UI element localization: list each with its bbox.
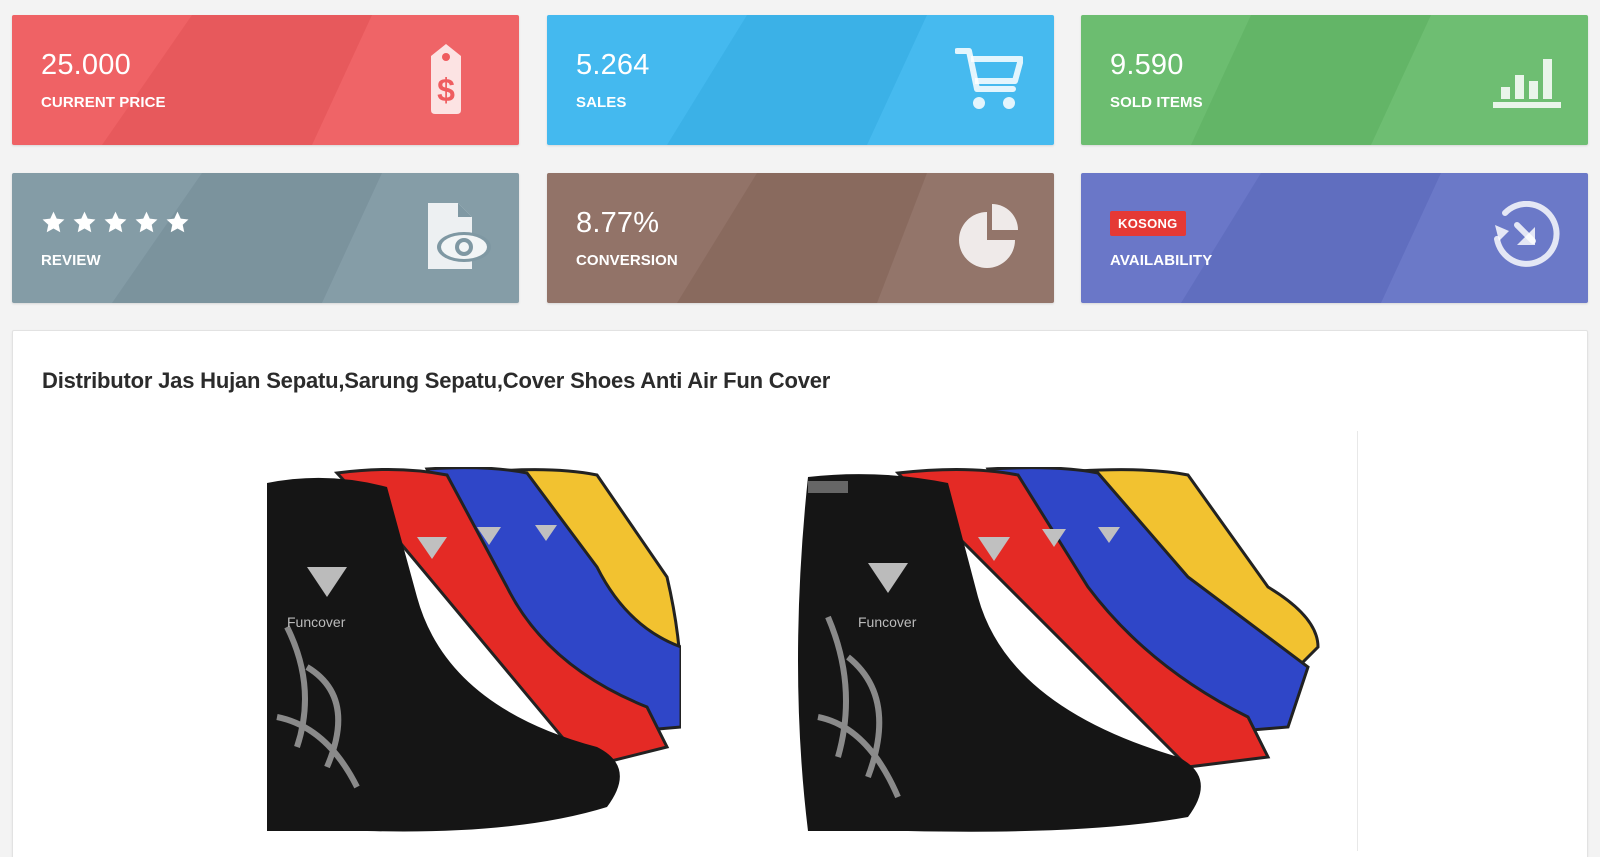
availability-label: AVAILABILITY — [1110, 252, 1213, 269]
star-icon — [73, 211, 96, 233]
review-stars — [41, 210, 190, 235]
history-arrow-icon — [1494, 201, 1560, 267]
stat-card-review: REVIEW — [12, 173, 519, 303]
product-image-gallery: Funcover Funcover — [42, 431, 1358, 851]
bar-chart-icon — [1493, 59, 1561, 108]
product-title: Distributor Jas Hujan Sepatu,Sarung Sepa… — [42, 368, 831, 393]
price-tag-icon: $ — [431, 44, 461, 114]
conversion-label: CONVERSION — [576, 252, 678, 269]
star-icon — [104, 211, 127, 233]
sold-items-value: 9.590 — [1110, 49, 1184, 81]
pie-chart-icon — [959, 204, 1018, 268]
availability-status-badge: KOSONG — [1110, 211, 1186, 236]
current-price-label: CURRENT PRICE — [41, 94, 166, 111]
stat-card-sold-items: 9.590 SOLD ITEMS — [1081, 15, 1588, 145]
brand-text: Funcover — [287, 614, 346, 630]
review-label: REVIEW — [41, 252, 101, 269]
product-image[interactable]: Funcover — [788, 467, 1343, 835]
sales-label: SALES — [576, 94, 627, 111]
stat-card-sales: 5.264 SALES — [547, 15, 1054, 145]
svg-text:$: $ — [437, 72, 455, 108]
star-icon — [42, 211, 65, 233]
product-image[interactable]: Funcover — [267, 467, 681, 835]
stat-card-availability: KOSONG AVAILABILITY — [1081, 173, 1588, 303]
stat-card-current-price: 25.000 CURRENT PRICE $ — [12, 15, 519, 145]
conversion-value: 8.77% — [576, 207, 660, 239]
document-eye-icon — [428, 203, 491, 269]
velcro-strap — [808, 481, 848, 493]
shopping-cart-icon — [955, 48, 1023, 109]
brand-text: Funcover — [858, 614, 917, 630]
stat-card-conversion: 8.77% CONVERSION — [547, 173, 1054, 303]
sales-value: 5.264 — [576, 49, 650, 81]
star-icon — [135, 211, 158, 233]
star-icon — [166, 211, 189, 233]
sold-items-label: SOLD ITEMS — [1110, 94, 1203, 111]
product-detail-panel: Distributor Jas Hujan Sepatu,Sarung Sepa… — [12, 330, 1588, 857]
current-price-value: 25.000 — [41, 49, 131, 81]
